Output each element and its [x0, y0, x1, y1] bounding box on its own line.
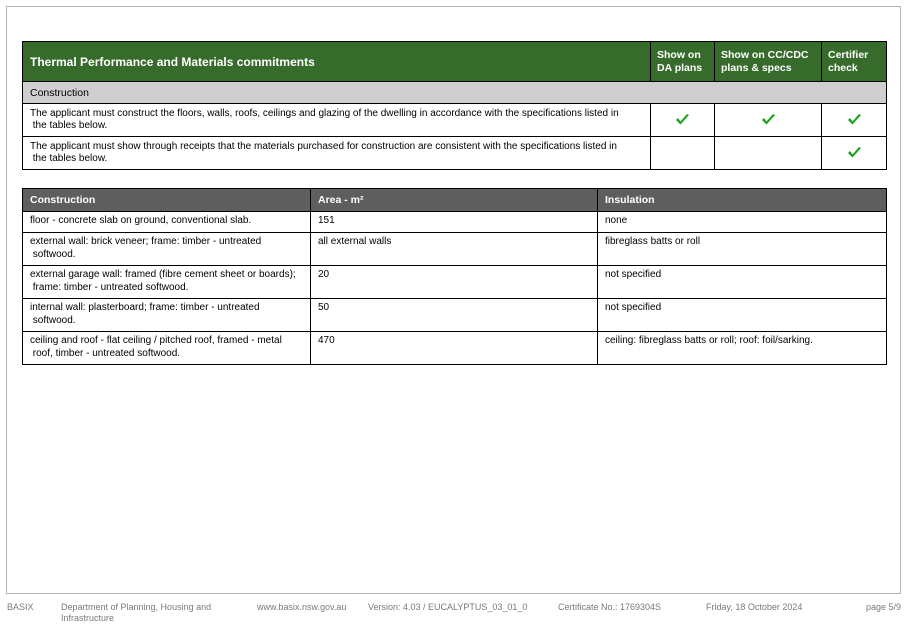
section-row-construction: Construction	[22, 81, 887, 104]
col-header-cc-cdc-plans: Show on CC/CDC plans & specs	[714, 41, 822, 82]
footer-website: www.basix.nsw.gov.au	[257, 602, 347, 612]
checkmark-icon	[676, 114, 689, 125]
area-cell: all external walls	[310, 232, 598, 266]
area-cell: 470	[310, 331, 598, 365]
footer-page-number: page 5/9	[865, 602, 901, 612]
checkmark-icon	[761, 114, 775, 125]
construction-cell: internal wall: plasterboard; frame: timb…	[22, 298, 311, 332]
col-header-da-plans: Show on DA plans	[650, 41, 715, 82]
construction-table: Construction Area - m² Insulation floor …	[22, 188, 887, 365]
checkmark-icon	[847, 147, 861, 158]
commitments-header-row: Thermal Performance and Materials commit…	[22, 41, 887, 82]
insulation-cell: none	[597, 211, 887, 233]
commitment-row: The applicant must construct the floors,…	[22, 103, 887, 137]
construction-header-row: Construction Area - m² Insulation	[22, 188, 887, 212]
col-header-area: Area - m²	[310, 188, 598, 212]
table-row: ceiling and roof - flat ceiling / pitche…	[22, 331, 887, 365]
table-row: external wall: brick veneer; frame: timb…	[22, 232, 887, 266]
footer-version: Version: 4.03 / EUCALYPTUS_03_01_0	[368, 602, 528, 612]
construction-cell: external garage wall: framed (fibre ceme…	[22, 265, 311, 299]
construction-cell: external wall: brick veneer; frame: timb…	[22, 232, 311, 266]
commitment-text: The applicant must show through receipts…	[22, 136, 651, 170]
insulation-cell: not specified	[597, 298, 887, 332]
area-cell: 20	[310, 265, 598, 299]
col-header-certifier-check: Certifier check	[821, 41, 887, 82]
commitments-table: Thermal Performance and Materials commit…	[22, 41, 887, 170]
checkmark-icon	[847, 114, 861, 125]
certifier-check-cell	[821, 103, 887, 137]
col-header-construction: Construction	[22, 188, 311, 212]
commitments-title: Thermal Performance and Materials commit…	[22, 41, 651, 82]
da-plans-cell	[650, 136, 715, 170]
section-label: Construction	[22, 81, 887, 104]
table-row: floor - concrete slab on ground, convent…	[22, 211, 887, 233]
da-plans-cell	[650, 103, 715, 137]
commitment-row: The applicant must show through receipts…	[22, 136, 887, 170]
certifier-check-cell	[821, 136, 887, 170]
area-cell: 151	[310, 211, 598, 233]
commitment-text: The applicant must construct the floors,…	[22, 103, 651, 137]
construction-cell: floor - concrete slab on ground, convent…	[22, 211, 311, 233]
table-row: internal wall: plasterboard; frame: timb…	[22, 298, 887, 332]
table-row: external garage wall: framed (fibre ceme…	[22, 265, 887, 299]
insulation-cell: ceiling: fibreglass batts or roll; roof:…	[597, 331, 887, 365]
construction-cell: ceiling and roof - flat ceiling / pitche…	[22, 331, 311, 365]
cc-plans-cell	[714, 103, 822, 137]
insulation-cell: fibreglass batts or roll	[597, 232, 887, 266]
footer-basix: BASIX	[7, 602, 34, 612]
insulation-cell: not specified	[597, 265, 887, 299]
col-header-insulation: Insulation	[597, 188, 887, 212]
area-cell: 50	[310, 298, 598, 332]
footer-date: Friday, 18 October 2024	[706, 602, 803, 612]
cc-plans-cell	[714, 136, 822, 170]
footer-certificate-number: Certificate No.: 1769304S	[558, 602, 662, 612]
